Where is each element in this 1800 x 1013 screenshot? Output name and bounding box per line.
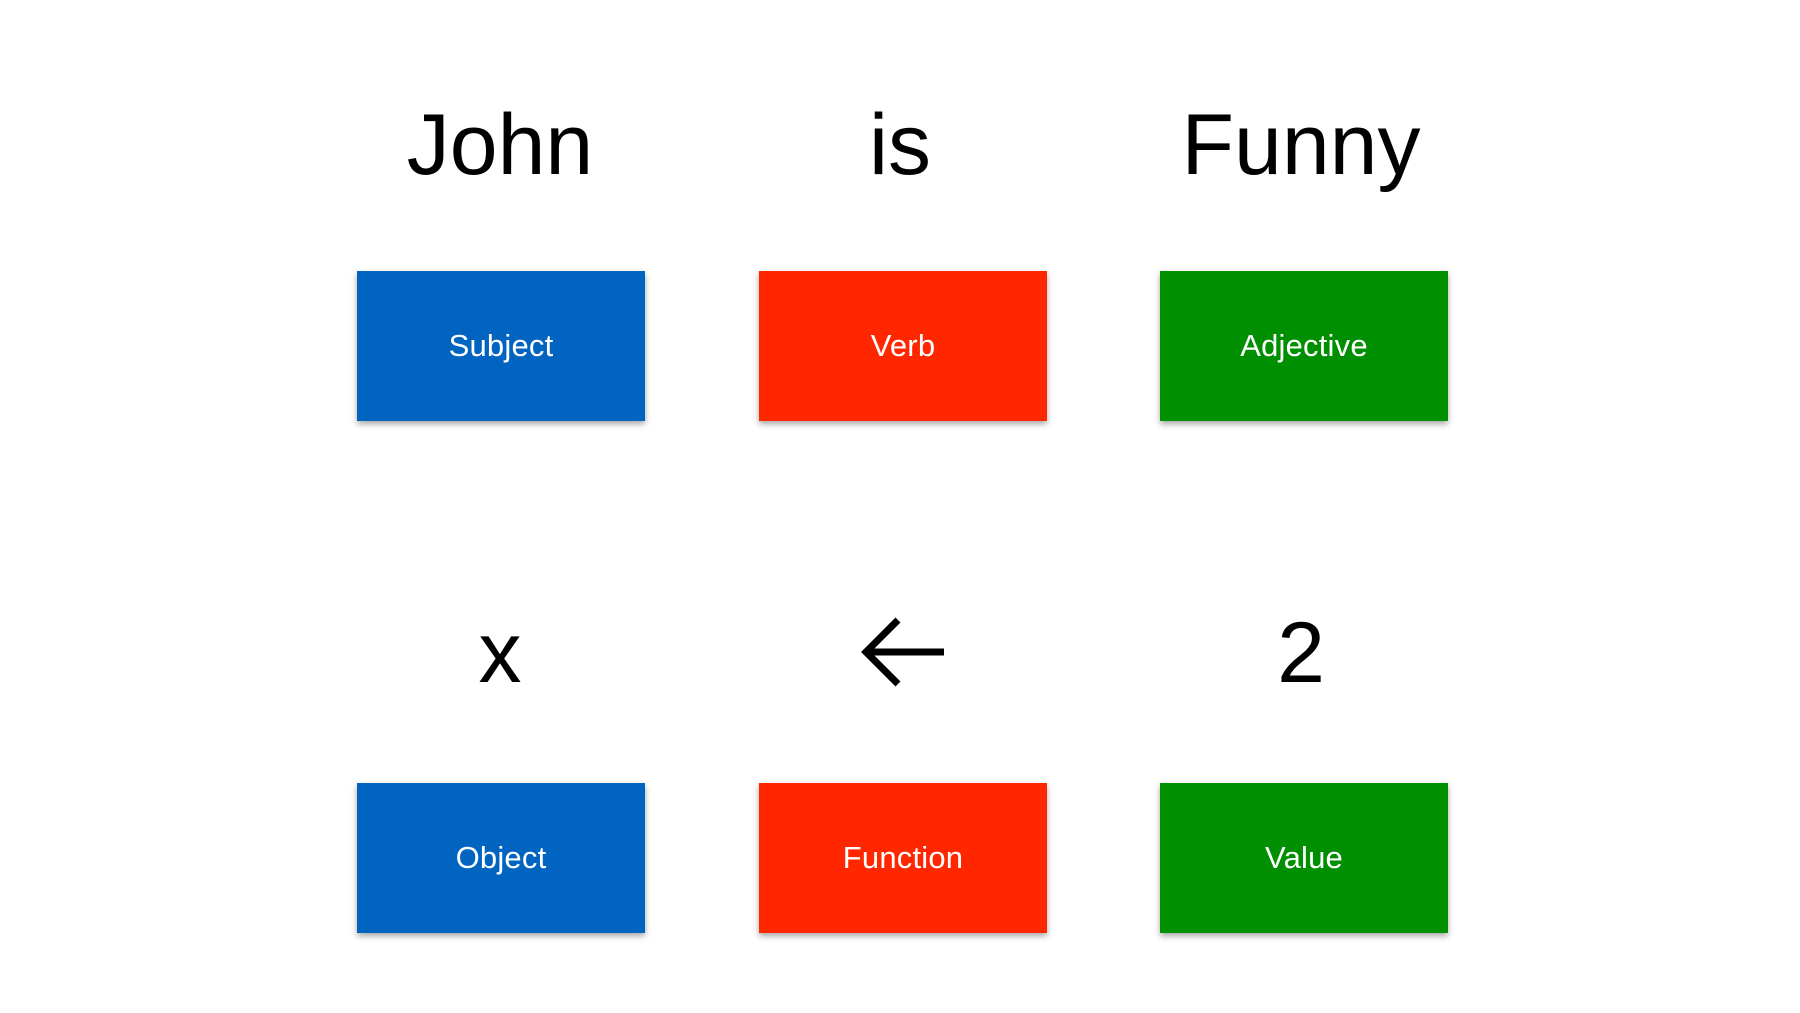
- verb-box: Verb: [759, 271, 1047, 421]
- left-arrow-icon: [861, 617, 944, 687]
- verb-label: Verb: [870, 328, 936, 363]
- function-box: Function: [759, 783, 1047, 933]
- symbol-2: 2: [1277, 605, 1325, 701]
- word-is: is: [868, 97, 932, 193]
- value-box: Value: [1160, 783, 1448, 933]
- adjective-box: Adjective: [1160, 271, 1448, 421]
- subject-box: Subject: [357, 271, 645, 421]
- adjective-label: Adjective: [1240, 328, 1368, 363]
- function-label: Function: [842, 840, 964, 875]
- value-label: Value: [1265, 840, 1343, 875]
- subject-label: Subject: [448, 328, 554, 363]
- symbol-x: x: [478, 605, 522, 701]
- word-funny: Funny: [1181, 97, 1421, 193]
- object-label: Object: [455, 840, 547, 875]
- word-john: John: [406, 97, 594, 193]
- object-box: Object: [357, 783, 645, 933]
